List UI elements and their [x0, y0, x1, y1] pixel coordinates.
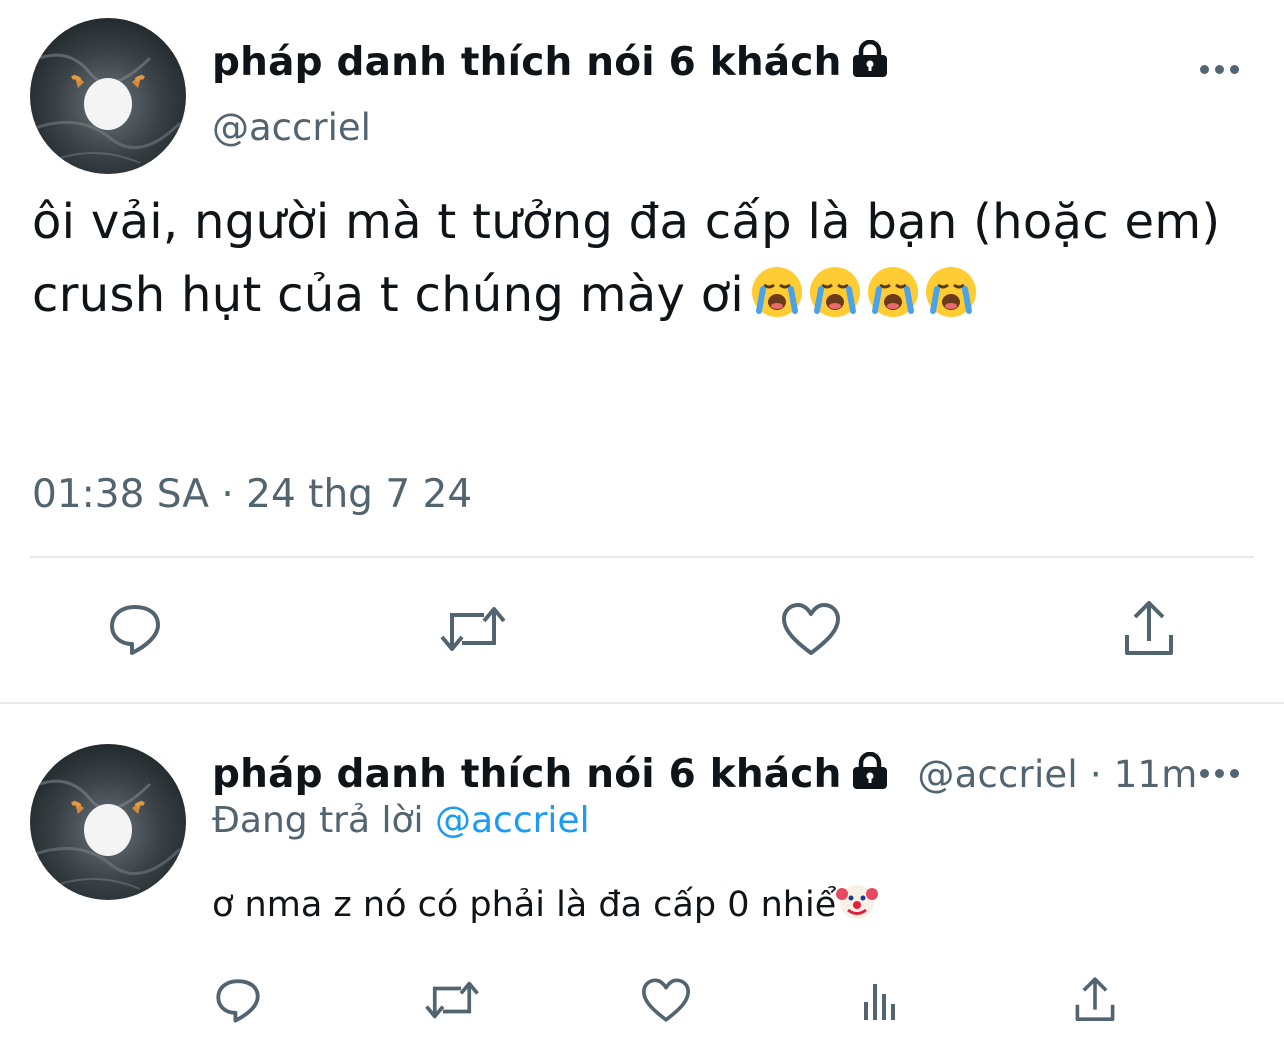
- loudly-crying-face-icon: [752, 267, 803, 317]
- reply-button[interactable]: [100, 596, 170, 662]
- lock-icon: [850, 751, 890, 800]
- retweet-icon: [440, 607, 506, 651]
- time-ago[interactable]: 11m: [1114, 753, 1198, 796]
- like-icon: [641, 978, 691, 1022]
- replying-to-mention[interactable]: @accriel: [435, 800, 590, 841]
- separator: ·: [1089, 753, 1102, 796]
- loudly-crying-face-icon: [926, 267, 977, 317]
- views-icon: [864, 984, 895, 1020]
- like-button[interactable]: [776, 596, 846, 662]
- clown-face-icon: [836, 885, 879, 919]
- tweet-text-line-1: ôi vải, người mà t tưởng đa cấp là bạn (…: [32, 194, 1221, 250]
- share-icon: [1075, 977, 1115, 1021]
- avatar[interactable]: [30, 18, 186, 174]
- share-button[interactable]: [1114, 596, 1184, 662]
- share-button[interactable]: [1066, 972, 1124, 1028]
- divider: [30, 556, 1254, 558]
- divider: [0, 702, 1284, 704]
- more-icon[interactable]: [1200, 766, 1240, 780]
- like-button[interactable]: [636, 972, 696, 1028]
- display-name[interactable]: pháp danh thích nói 6 khách: [212, 39, 890, 88]
- handle[interactable]: @accriel: [212, 106, 371, 149]
- reply-icon: [110, 605, 160, 655]
- share-icon: [1125, 601, 1173, 655]
- retweet-icon: [425, 981, 479, 1019]
- timestamp[interactable]: 01:38 SA · 24 thg 7 24: [32, 472, 472, 517]
- views-button[interactable]: [852, 972, 908, 1028]
- retweet-button[interactable]: [436, 596, 510, 662]
- loudly-crying-face-icon: [810, 267, 861, 317]
- loudly-crying-face-icon: [868, 267, 919, 317]
- display-name[interactable]: pháp danh thích nói 6 khách: [212, 752, 842, 797]
- emoji-group: [750, 265, 982, 340]
- reply-icon: [216, 979, 260, 1023]
- reply-text: ơ nma z nó có phải là đa cấp 0 nhiể: [212, 880, 879, 925]
- reply-button[interactable]: [208, 972, 268, 1028]
- avatar[interactable]: [30, 744, 186, 900]
- handle[interactable]: @accriel: [917, 753, 1078, 796]
- replying-to: Đang trả lời @accriel: [212, 800, 590, 841]
- tweet-text-line-2-text: crush hụt của t chúng mày ơi: [32, 267, 745, 323]
- tweet-text: ôi vải, người mà t tưởng đa cấp là bạn (…: [32, 186, 1262, 340]
- reply-text-content: ơ nma z nó có phải là đa cấp 0 nhiể: [212, 885, 837, 925]
- replying-to-label: Đang trả lời: [212, 800, 424, 841]
- reply-header: pháp danh thích nói 6 khách @accriel · 1…: [212, 751, 1198, 800]
- retweet-button[interactable]: [420, 972, 484, 1028]
- like-icon: [782, 603, 840, 655]
- lock-icon: [850, 39, 890, 88]
- more-icon[interactable]: [1200, 62, 1240, 76]
- tweet-text-line-2: crush hụt của t chúng mày ơi: [32, 259, 1262, 340]
- display-name-text[interactable]: pháp danh thích nói 6 khách: [212, 40, 842, 85]
